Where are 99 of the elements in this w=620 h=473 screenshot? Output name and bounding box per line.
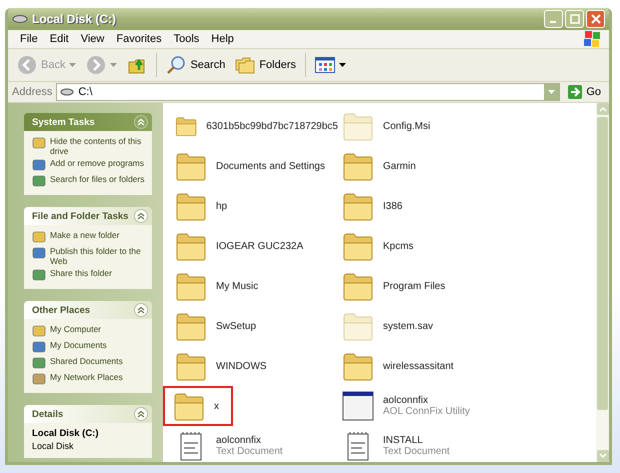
- task-link[interactable]: Make a new folder: [50, 230, 120, 240]
- details-name: Local Disk (C:): [32, 428, 100, 439]
- task-icon: [32, 158, 46, 172]
- file-name[interactable]: Documents and Settings: [216, 160, 325, 172]
- file-name[interactable]: 6301b5bc99bd7bc718729bc5: [206, 120, 338, 132]
- drive-icon: [12, 14, 28, 24]
- task-link[interactable]: Shared Documents: [50, 356, 123, 366]
- views-icon: [315, 57, 336, 73]
- folder-icon[interactable]: [175, 151, 207, 181]
- scroll-down-icon[interactable]: [596, 450, 608, 462]
- file-name[interactable]: WINDOWS: [216, 360, 267, 372]
- dropdown-button[interactable]: [544, 84, 560, 100]
- address-label: Address: [12, 86, 52, 98]
- folder-icon[interactable]: [175, 311, 207, 341]
- collapse-icon: [134, 303, 148, 317]
- file-name[interactable]: Garmin: [383, 160, 416, 172]
- caret-icon: [339, 63, 346, 67]
- task-icon: [32, 230, 46, 244]
- file-name[interactable]: Kpcms: [383, 240, 414, 252]
- panel-header[interactable]: Other Places: [24, 301, 152, 319]
- file-name[interactable]: x: [214, 400, 219, 412]
- file-name[interactable]: aolconnfix: [383, 395, 470, 406]
- file-type: Text Document: [216, 446, 283, 457]
- caret-icon: [69, 63, 76, 67]
- task-icon: [32, 268, 46, 282]
- file-name[interactable]: hp: [216, 200, 228, 212]
- menu-item[interactable]: Help: [205, 33, 240, 45]
- menu-item[interactable]: Favorites: [110, 33, 168, 45]
- folders-icon: [235, 56, 256, 74]
- menu-item[interactable]: File: [14, 33, 44, 45]
- file-name[interactable]: My Music: [216, 280, 258, 292]
- folder-icon[interactable]: [342, 151, 374, 181]
- task-icon: [32, 324, 46, 338]
- folder-icon[interactable]: [175, 191, 207, 221]
- file-name[interactable]: system.sav: [383, 320, 434, 332]
- task-link[interactable]: Search for files or folders: [50, 174, 144, 184]
- file-name[interactable]: INSTALL: [383, 435, 450, 446]
- menu-item[interactable]: View: [74, 33, 110, 45]
- go-button[interactable]: Go: [564, 85, 605, 99]
- task-icon: [32, 136, 46, 150]
- folder-icon[interactable]: [342, 271, 374, 301]
- collapse-icon: [134, 115, 148, 129]
- file-name[interactable]: wirelessassitant: [383, 360, 454, 372]
- file-type: Text Document: [383, 446, 450, 457]
- folders-button[interactable]: Folders: [232, 54, 300, 76]
- task-link[interactable]: My Network Places: [50, 372, 123, 382]
- go-arrow-icon: [568, 85, 582, 99]
- file-name[interactable]: Program Files: [383, 280, 446, 292]
- file-name[interactable]: SwSetup: [216, 320, 256, 332]
- task-icon: [32, 174, 46, 188]
- collapse-icon: [134, 407, 148, 421]
- task-link[interactable]: Hide the contents of this drive: [50, 136, 148, 156]
- file-name[interactable]: aolconnfix: [216, 435, 283, 446]
- address-field[interactable]: C:\: [56, 83, 560, 101]
- task-icon: [32, 356, 46, 370]
- file-name[interactable]: IOGEAR GUC232A: [216, 240, 304, 252]
- scroll-thumb[interactable]: [597, 117, 608, 410]
- folder-icon[interactable]: [173, 391, 205, 421]
- panel-header[interactable]: System Tasks: [24, 113, 152, 131]
- task-icon: [32, 246, 46, 260]
- file-name[interactable]: Config.Msi: [383, 120, 430, 132]
- windows-logo-icon: [583, 30, 603, 48]
- menu-item[interactable]: Edit: [44, 33, 75, 45]
- search-icon: [166, 55, 186, 75]
- maximize-icon: [570, 14, 580, 24]
- panel-header[interactable]: File and Folder Tasks: [24, 207, 152, 225]
- search-button[interactable]: Search: [163, 53, 228, 77]
- task-link[interactable]: Share this folder: [50, 268, 112, 278]
- scrollbar[interactable]: [596, 103, 609, 462]
- task-link[interactable]: Publish this folder to the Web: [50, 246, 148, 266]
- window-title: Local Disk (C:): [32, 12, 118, 26]
- close-icon: [590, 14, 600, 24]
- file-type: AOL ConnFix Utility: [383, 406, 470, 417]
- caret-icon: [110, 63, 118, 67]
- collapse-icon: [134, 209, 148, 223]
- minimize-button[interactable]: [544, 10, 563, 28]
- folder-icon[interactable]: [175, 231, 207, 261]
- maximize-button[interactable]: [565, 10, 584, 28]
- task-link[interactable]: Add or remove programs: [50, 158, 144, 168]
- close-button[interactable]: [586, 10, 605, 28]
- task-icon: [32, 340, 46, 354]
- folder-icon[interactable]: [175, 351, 207, 381]
- folder-icon[interactable]: [342, 351, 374, 381]
- task-icon: [32, 372, 46, 386]
- panel-header[interactable]: Details: [24, 405, 152, 423]
- folder-icon[interactable]: [342, 111, 374, 141]
- details-type: Local Disk: [32, 441, 75, 451]
- scroll-up-icon[interactable]: [596, 103, 608, 115]
- application-window-icon[interactable]: [342, 391, 374, 421]
- caret-icon: [548, 90, 556, 94]
- folder-icon[interactable]: [175, 271, 207, 301]
- task-link[interactable]: My Documents: [50, 340, 107, 350]
- folder-icon[interactable]: [342, 311, 374, 341]
- drive-icon: [60, 88, 74, 96]
- folder-icon[interactable]: [342, 231, 374, 261]
- folder-icon[interactable]: [342, 191, 374, 221]
- file-name[interactable]: I386: [383, 200, 402, 212]
- menu-item[interactable]: Tools: [168, 33, 206, 45]
- task-link[interactable]: My Computer: [50, 324, 102, 334]
